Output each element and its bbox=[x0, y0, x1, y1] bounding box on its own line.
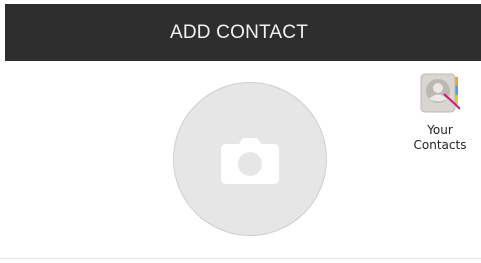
your-contacts-label-line2: Contacts bbox=[413, 138, 467, 152]
camera-icon bbox=[221, 138, 279, 184]
your-contacts-label-line1: Your bbox=[427, 123, 453, 137]
header-bar: ADD CONTACT bbox=[5, 4, 481, 61]
your-contacts-shortcut[interactable]: Your Contacts bbox=[414, 73, 475, 153]
add-contact-window: ADD CONTACT Your Contacts bbox=[0, 0, 481, 263]
contacts-app-icon bbox=[420, 73, 460, 113]
bottom-divider bbox=[0, 258, 481, 259]
add-photo-button[interactable] bbox=[173, 82, 327, 236]
content-area: Your Contacts bbox=[5, 61, 481, 263]
your-contacts-label: Your Contacts bbox=[409, 123, 471, 153]
page-title: ADD CONTACT bbox=[169, 21, 308, 43]
